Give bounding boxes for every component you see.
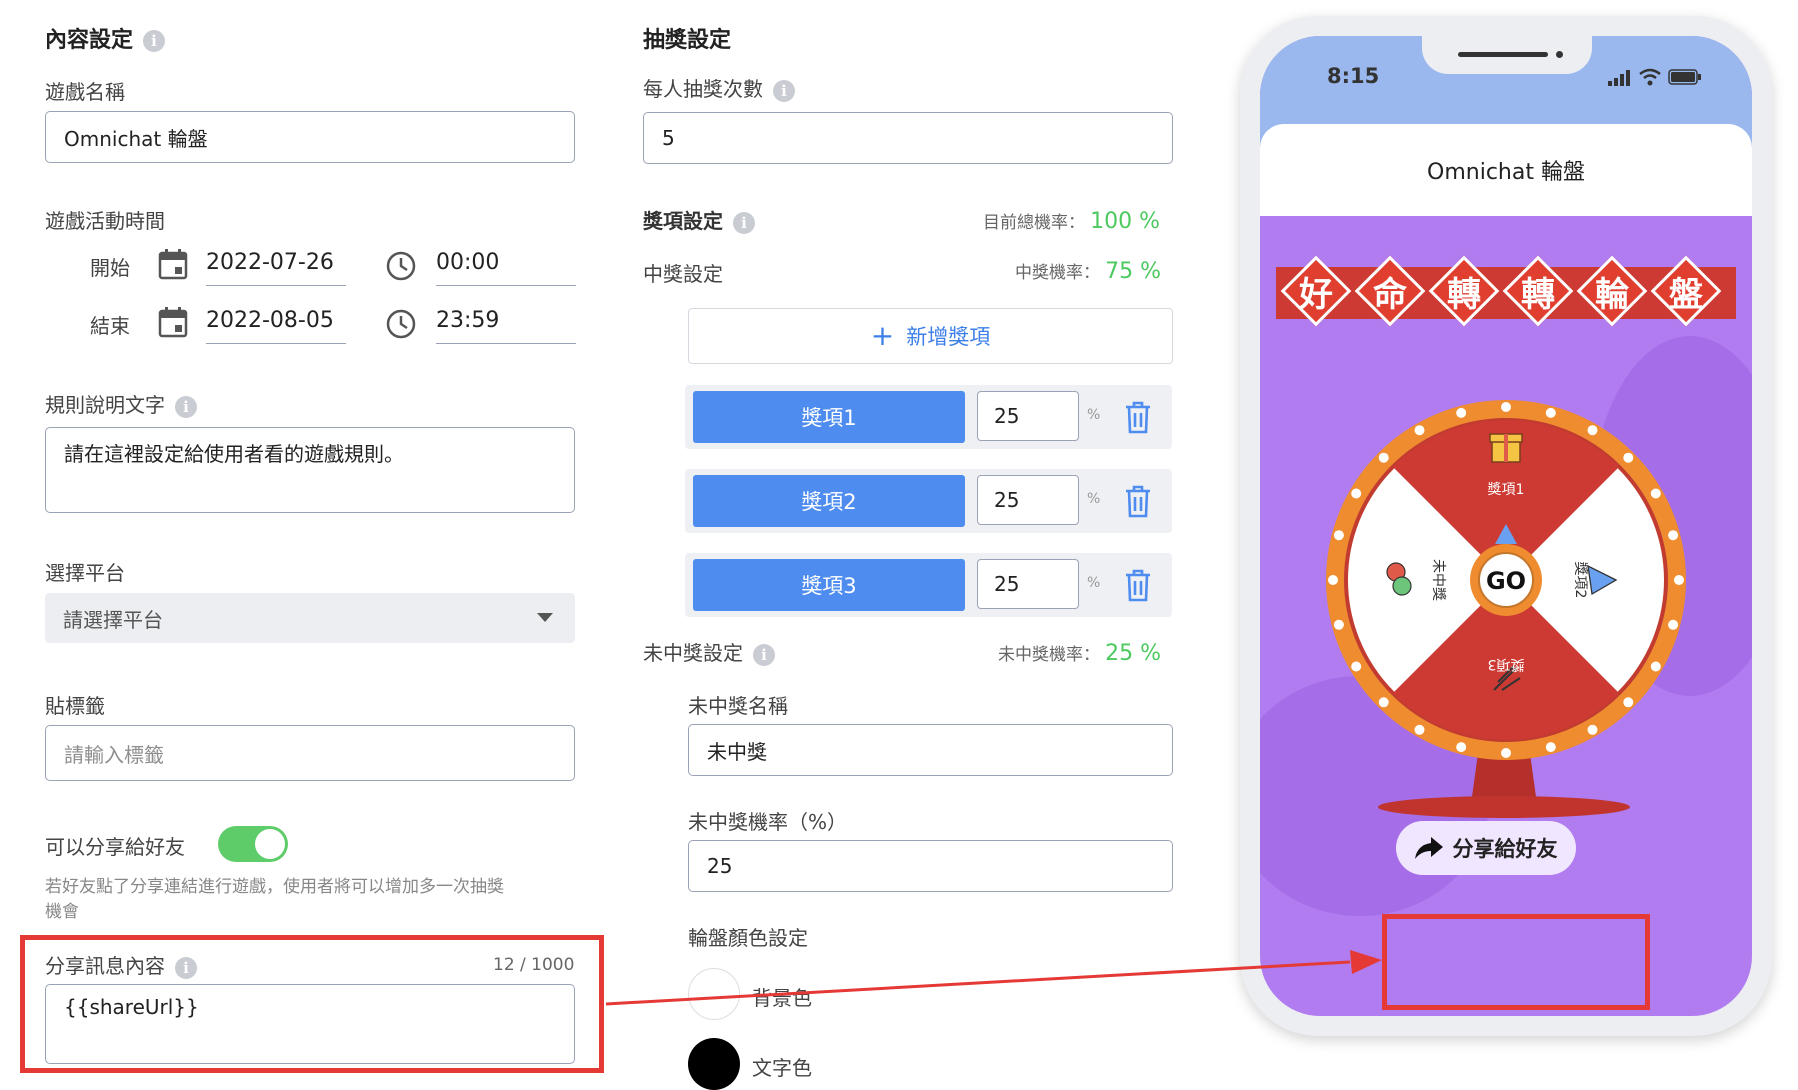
annotation-arrow — [605, 950, 1382, 1006]
